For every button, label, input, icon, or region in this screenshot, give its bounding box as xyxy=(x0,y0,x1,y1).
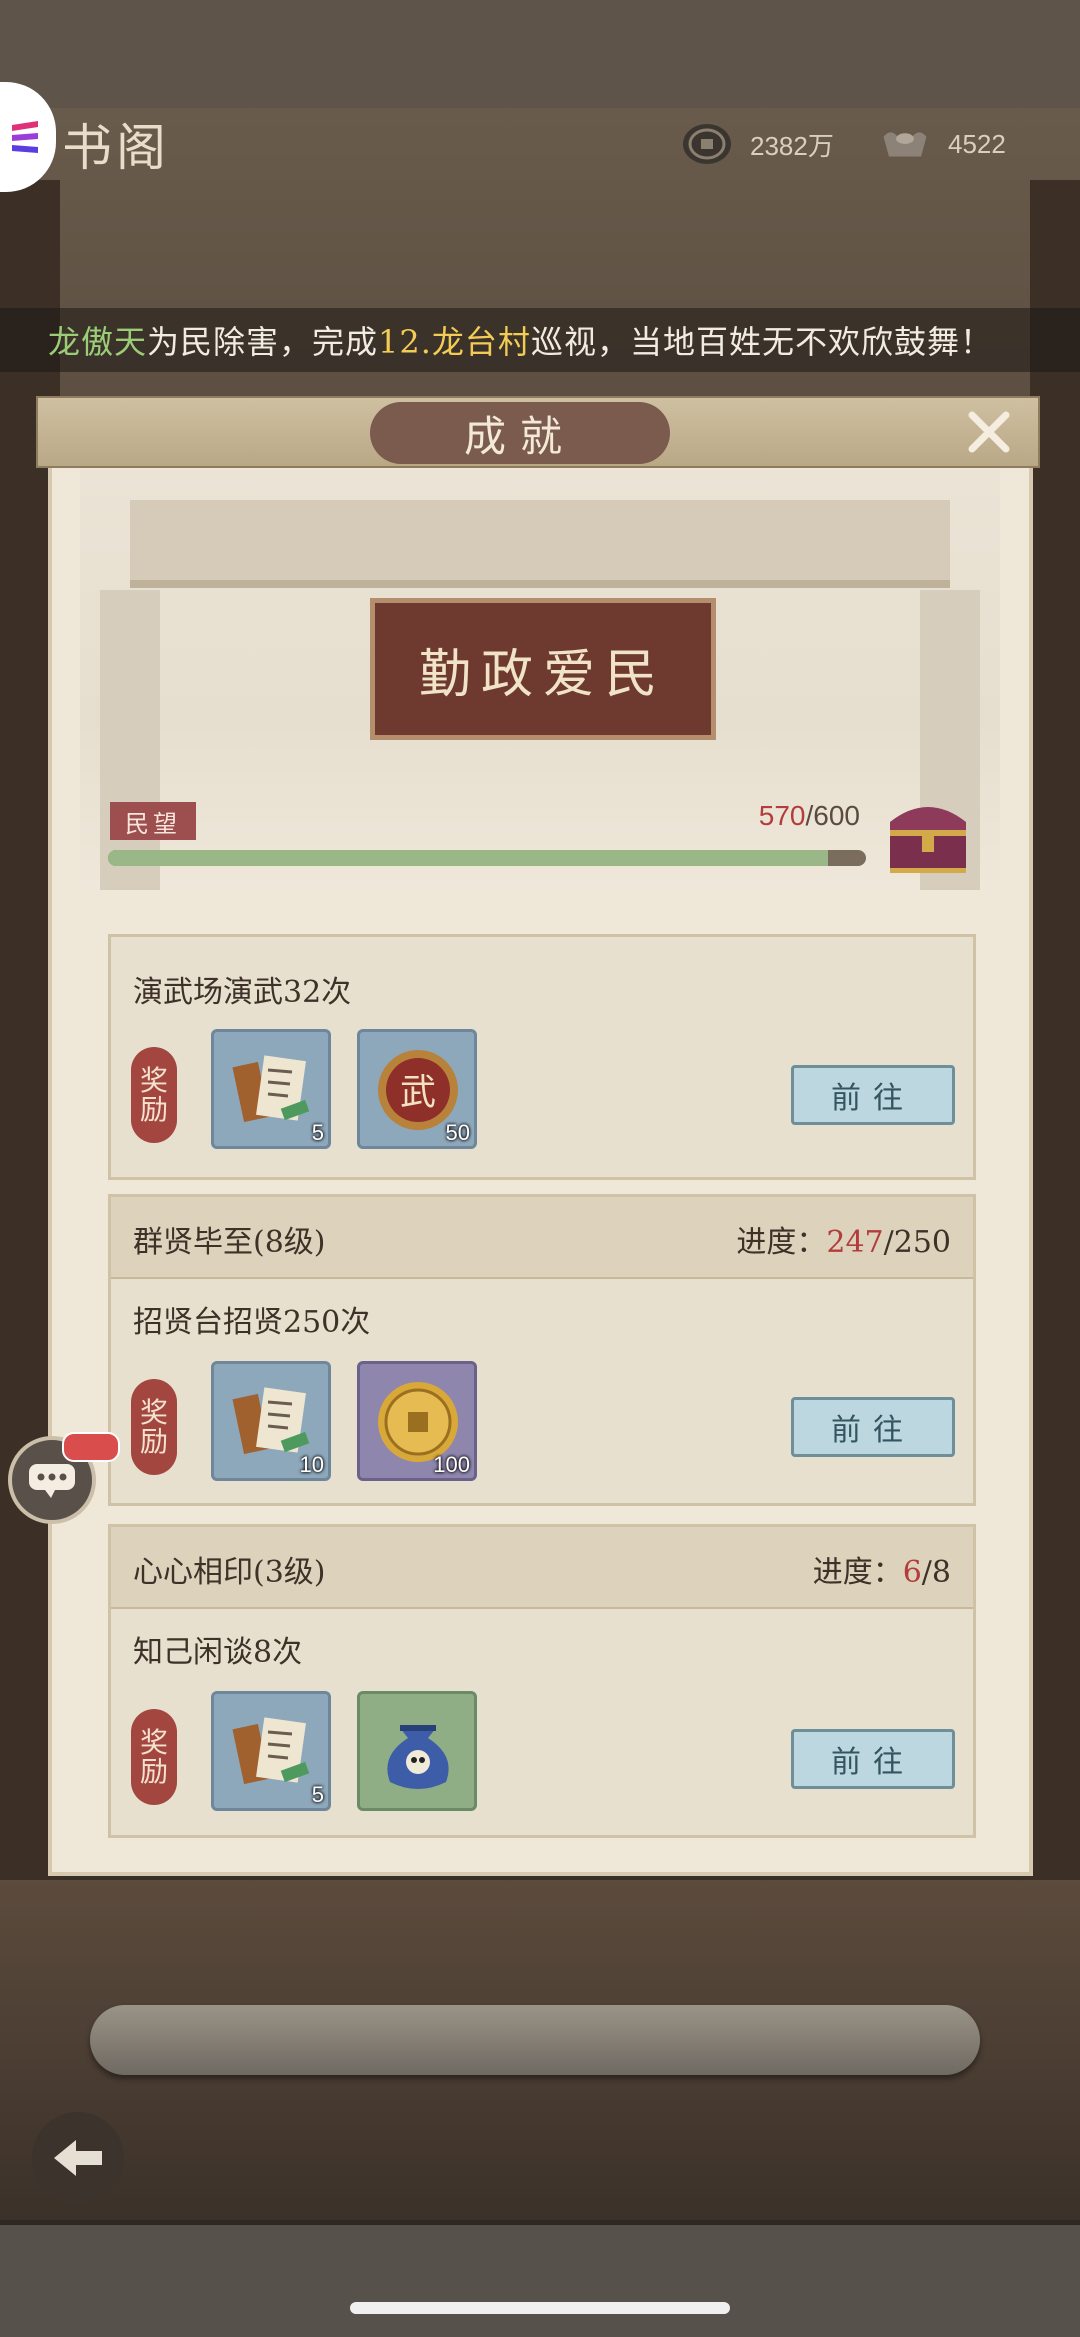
chat-icon xyxy=(29,1464,75,1498)
panel-title: 成就 xyxy=(370,402,670,464)
progress-total: /8 xyxy=(921,1555,951,1590)
task-progress: 进度：247/250 xyxy=(736,1217,951,1261)
reward-item-scroll[interactable]: 5 xyxy=(211,1691,331,1811)
task-progress: 进度：6/8 xyxy=(813,1547,951,1591)
reward-quantity: 5 xyxy=(311,1782,324,1807)
reward-item-scroll[interactable]: 10 xyxy=(211,1361,331,1481)
reward-tag-char-2: 励 xyxy=(139,1093,168,1126)
svg-text:武: 武 xyxy=(400,1072,436,1113)
reputation-max: /600 xyxy=(805,800,861,831)
copper-coin-icon xyxy=(682,122,732,166)
pouch-icon xyxy=(387,1725,449,1789)
back-button[interactable] xyxy=(32,2112,124,2204)
logo-icon xyxy=(12,121,38,153)
marquee-player-name: 龙傲天 xyxy=(48,323,148,361)
task-description: 演武场演武32次 xyxy=(133,975,352,1010)
marquee-text-1: 为民除害，完成 xyxy=(147,323,379,361)
progress-total: /250 xyxy=(883,1225,951,1260)
scroll-book-icon xyxy=(232,1717,310,1785)
reward-quantity: 5 xyxy=(311,1120,324,1145)
reward-item-scroll[interactable]: 5 xyxy=(211,1029,331,1149)
reward-tag: 奖 励 xyxy=(131,1047,177,1143)
reputation-label: 民望 xyxy=(110,802,196,840)
reward-tag: 奖 励 xyxy=(131,1379,177,1475)
progress-current: 247 xyxy=(826,1225,884,1260)
progress-current: 6 xyxy=(902,1555,922,1590)
reward-tag-char-2: 励 xyxy=(139,1755,168,1788)
task-name: 心心相印(3级) xyxy=(133,1555,326,1590)
close-icon xyxy=(968,411,1010,453)
task-card-1: 演武场演武32次 奖 励 5 武 50 前往 xyxy=(108,934,976,1180)
reward-item-martial-coin[interactable]: 武 50 xyxy=(357,1029,477,1149)
task-name: 群贤毕至(8级) xyxy=(133,1225,326,1260)
go-button[interactable]: 前往 xyxy=(791,1729,955,1789)
silver-counter: 4522 xyxy=(880,122,1006,166)
reward-tag: 奖 励 xyxy=(131,1709,177,1805)
pillar-left xyxy=(100,590,160,890)
scroll-rod xyxy=(90,2005,980,2075)
reward-tag-char-1: 奖 xyxy=(139,1395,168,1429)
silver-value: 4522 xyxy=(948,128,1006,159)
reward-tag-char-1: 奖 xyxy=(139,1725,168,1759)
reputation-progress-fill xyxy=(108,850,829,866)
back-arrow-icon xyxy=(54,2140,102,2176)
task-header: 心心相印(3级) 进度：6/8 xyxy=(111,1527,973,1609)
progress-label: 进度： xyxy=(812,1555,903,1590)
task-description: 招贤台招贤250次 xyxy=(133,1305,371,1340)
scroll-book-icon xyxy=(232,1055,310,1123)
copper-coin-counter: 2382万 xyxy=(682,122,834,166)
reputation-value: 570/600 xyxy=(680,800,860,832)
home-indicator[interactable] xyxy=(350,2302,730,2314)
marquee-text-2: 巡视，当地百姓无不欢欣鼓舞！ xyxy=(530,323,993,361)
reward-quantity: 100 xyxy=(433,1452,470,1477)
reward-item-pouch[interactable] xyxy=(357,1691,477,1811)
roof-art xyxy=(130,500,950,588)
treasure-chest-icon[interactable] xyxy=(880,792,976,878)
reward-quantity: 10 xyxy=(299,1452,324,1477)
chat-notification-badge xyxy=(62,1432,120,1462)
task-card-2: 群贤毕至(8级) 进度：247/250 招贤台招贤250次 奖 励 10 100… xyxy=(108,1194,976,1506)
copper-coin-value: 2382万 xyxy=(750,130,834,161)
reward-item-gold-coin[interactable]: 100 xyxy=(357,1361,477,1481)
hall-sign: 勤政爱民 xyxy=(370,598,716,740)
reputation-current: 570 xyxy=(758,800,806,831)
reward-quantity: 50 xyxy=(445,1120,470,1145)
go-button[interactable]: 前往 xyxy=(791,1397,955,1457)
reward-tag-char-2: 励 xyxy=(139,1425,168,1458)
reward-tag-char-1: 奖 xyxy=(139,1063,168,1097)
silver-ingot-icon xyxy=(880,122,930,166)
go-button[interactable]: 前往 xyxy=(791,1065,955,1125)
close-button[interactable] xyxy=(950,400,1028,464)
page-title: 书阁 xyxy=(62,119,170,177)
marquee-place: 12.龙台村 xyxy=(378,323,531,361)
task-card-3: 心心相印(3级) 进度：6/8 知己闲谈8次 奖 励 5 前往 xyxy=(108,1524,976,1838)
bottom-bar xyxy=(0,2225,1080,2337)
task-description: 知己闲谈8次 xyxy=(133,1635,303,1670)
progress-label: 进度： xyxy=(736,1225,827,1260)
task-header: 群贤毕至(8级) 进度：247/250 xyxy=(111,1197,973,1279)
reputation-progress-bar xyxy=(108,850,866,866)
hall-sign-text: 勤政爱民 xyxy=(418,644,667,705)
status-bar-area xyxy=(0,0,1080,108)
broadcast-marquee: 龙傲天 为民除害，完成 12.龙台村 巡视，当地百姓无不欢欣鼓舞！ xyxy=(0,308,1080,372)
